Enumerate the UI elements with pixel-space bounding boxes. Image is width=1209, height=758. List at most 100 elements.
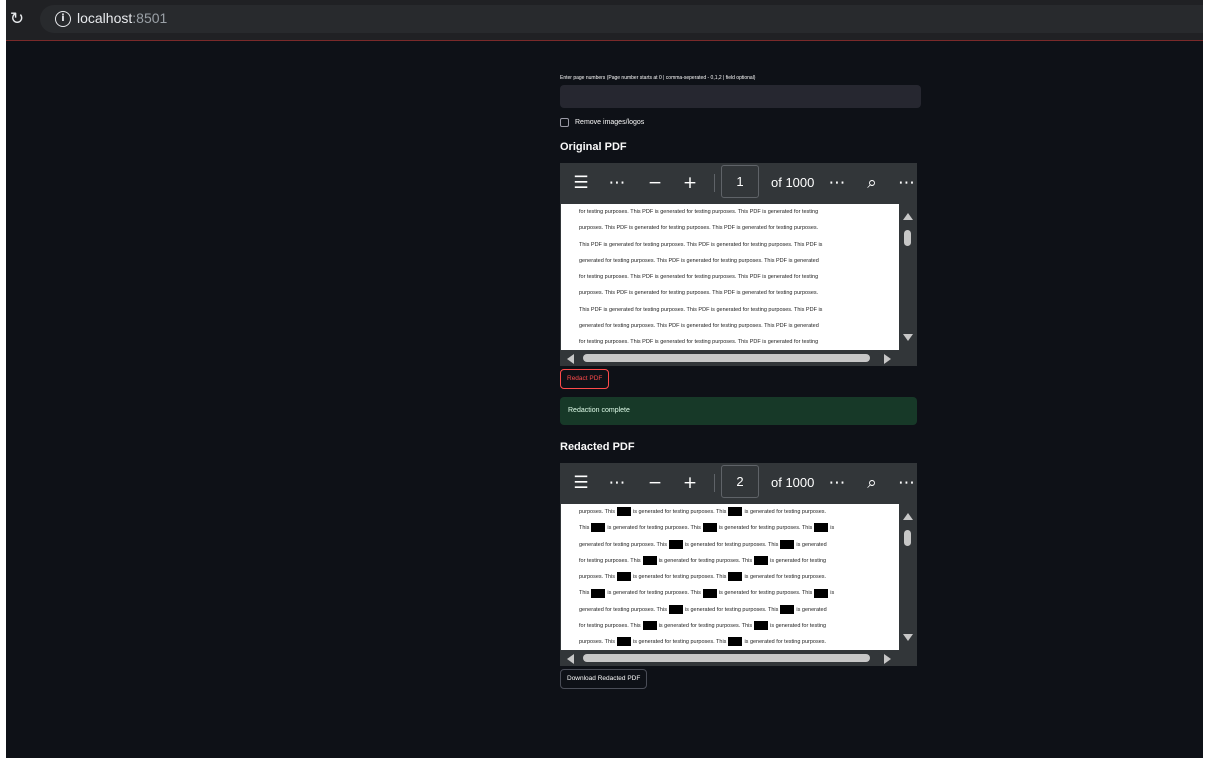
remove-images-checkbox-row[interactable]: Remove images/logos (560, 117, 644, 127)
pdf-text-segment: generated for testing purposes. This (579, 541, 667, 548)
zoom-out-icon[interactable]: − (645, 473, 665, 493)
original-pdf-title: Original PDF (560, 141, 627, 153)
pdf-text-segment: is (830, 590, 835, 597)
redaction-box (642, 555, 657, 565)
pdf-text-line: for testing purposes. This PDF is genera… (579, 274, 819, 281)
address-bar[interactable]: i localhost:8501 (40, 5, 1209, 33)
redaction-box (591, 588, 606, 598)
remove-images-label: Remove images/logos (575, 118, 645, 126)
search-icon[interactable]: ⌕ (862, 473, 882, 493)
zoom-in-icon[interactable]: + (680, 473, 700, 493)
window-frame-right (1203, 0, 1209, 758)
redaction-box (814, 588, 829, 598)
original-viewer-toolbar: ☰ ⋯ − + 1 of 1000 ⋯ ⌕ ⋯ (560, 163, 917, 203)
pdf-text-segment: purposes. This (579, 639, 615, 646)
pdf-text-segment: is generated for testing purposes. This (658, 623, 753, 630)
scroll-right-icon[interactable] (884, 654, 891, 664)
redacted-pdf-page[interactable]: purposes. This is generated for testing p… (561, 504, 899, 650)
vertical-scrollbar[interactable] (899, 504, 917, 650)
page-number-input[interactable]: 1 (721, 165, 759, 198)
url-port: :8501 (132, 10, 168, 26)
pdf-text-segment: This (579, 590, 590, 597)
page-number-input[interactable]: 2 (721, 465, 759, 498)
original-pdf-page[interactable]: for testing purposes. This PDF is genera… (561, 204, 899, 350)
redaction-box (780, 604, 795, 614)
redacted-viewer-toolbar: ☰ ⋯ − + 2 of 1000 ⋯ ⌕ ⋯ (560, 463, 917, 503)
pdf-text-segment: is generated for testing purposes. (744, 639, 827, 646)
zoom-out-icon[interactable]: − (645, 173, 665, 193)
horizontal-scroll-thumb[interactable] (583, 354, 870, 362)
scroll-down-icon[interactable] (903, 334, 913, 341)
outline-icon[interactable]: ☰ (570, 473, 592, 493)
overflow-icon[interactable]: ⋯ (898, 173, 917, 193)
pdf-text-line: generated for testing purposes. This is g… (561, 602, 899, 618)
vertical-scroll-thumb[interactable] (904, 230, 911, 246)
pdf-text-segment: is generated for testing purposes. (744, 574, 827, 581)
search-icon[interactable]: ⌕ (862, 173, 882, 193)
pdf-text-line: purposes. This PDF is generated for test… (579, 225, 819, 232)
more-icon[interactable]: ⋯ (607, 173, 627, 193)
redaction-box (591, 523, 606, 533)
redaction-box (668, 604, 683, 614)
zoom-in-icon[interactable]: + (680, 173, 700, 193)
pdf-text-line: for testing purposes. This PDF is genera… (579, 209, 819, 215)
scroll-up-icon[interactable] (903, 213, 913, 220)
redacted-pdf-viewer: ☰ ⋯ − + 2 of 1000 ⋯ ⌕ ⋯ purposes. This is… (560, 463, 917, 666)
pdf-text-line: generated for testing purposes. This PDF… (579, 323, 819, 330)
pdf-text-segment: is generated for testing purposes. This (607, 590, 701, 597)
more-icon[interactable]: ⋯ (827, 173, 847, 193)
pdf-text-line: purposes. This is generated for testing p… (561, 504, 899, 520)
pdf-text-line: for testing purposes. This is generated f… (561, 618, 899, 634)
page-numbers-input[interactable] (560, 85, 921, 108)
scroll-up-icon[interactable] (903, 513, 913, 520)
more-icon[interactable]: ⋯ (607, 473, 627, 493)
horizontal-scrollbar[interactable] (560, 650, 917, 666)
pdf-text-line: purposes. This PDF is generated for test… (579, 290, 819, 297)
pdf-text-segment: is generated for testing purposes. This (718, 590, 813, 597)
redaction-box (728, 572, 743, 582)
page-numbers-label: Enter page numbers (Page number starts a… (560, 75, 756, 81)
redaction-box (814, 523, 829, 533)
scroll-left-icon[interactable] (567, 354, 574, 364)
pdf-text-line: This PDF is generated for testing purpos… (579, 306, 823, 313)
reload-icon[interactable]: ↻ (8, 10, 26, 28)
pdf-text-line: for testing purposes. This is generated f… (561, 553, 899, 569)
redact-pdf-button[interactable]: Redact PDF (560, 369, 610, 389)
url-text[interactable]: localhost:8501 (77, 10, 167, 26)
scroll-down-icon[interactable] (903, 634, 913, 641)
scroll-left-icon[interactable] (567, 654, 574, 664)
redaction-box (642, 621, 657, 631)
more-icon[interactable]: ⋯ (827, 473, 847, 493)
pdf-text-line: purposes. This is generated for testing p… (561, 634, 899, 650)
redaction-box (616, 507, 631, 517)
redacted-pdf-title: Redacted PDF (560, 441, 635, 453)
overflow-icon[interactable]: ⋯ (898, 473, 917, 493)
pdf-text-segment: is generated for testing purposes. (744, 509, 827, 515)
pdf-text-segment: is generated (796, 541, 827, 548)
remove-images-checkbox[interactable] (560, 117, 569, 127)
pdf-text-segment: is generated for testing purposes. This (632, 509, 727, 515)
pdf-text-line: generated for testing purposes. This is g… (561, 537, 899, 553)
pdf-text-line: This PDF is generated for testing purpos… (579, 241, 823, 248)
download-redacted-pdf-button[interactable]: Download Redacted PDF (560, 669, 648, 689)
redaction-box (728, 637, 743, 647)
pdf-text-segment: This (579, 525, 590, 532)
pdf-text-segment: is generated for testing purposes. This (658, 557, 753, 564)
horizontal-scroll-thumb[interactable] (583, 654, 870, 662)
redaction-box (668, 539, 683, 549)
pdf-text-segment: is generated for testing purposes. This (718, 525, 813, 532)
outline-icon[interactable]: ☰ (570, 173, 592, 193)
vertical-scroll-thumb[interactable] (904, 530, 911, 546)
original-pdf-viewer: ☰ ⋯ − + 1 of 1000 ⋯ ⌕ ⋯ for testing purp… (560, 163, 917, 366)
redaction-box (702, 523, 717, 533)
vertical-scrollbar[interactable] (899, 204, 917, 350)
pdf-text-segment: is generated for testing (770, 623, 827, 630)
redaction-box (754, 555, 769, 565)
pdf-text-segment: is (830, 525, 835, 532)
pdf-text-line: generated for testing purposes. This PDF… (579, 257, 819, 264)
info-icon[interactable]: i (55, 11, 71, 27)
scroll-right-icon[interactable] (884, 354, 891, 364)
horizontal-scrollbar[interactable] (560, 350, 917, 366)
toolbar-divider (714, 474, 715, 492)
pdf-text-segment: is generated for testing purposes. This (684, 541, 779, 548)
